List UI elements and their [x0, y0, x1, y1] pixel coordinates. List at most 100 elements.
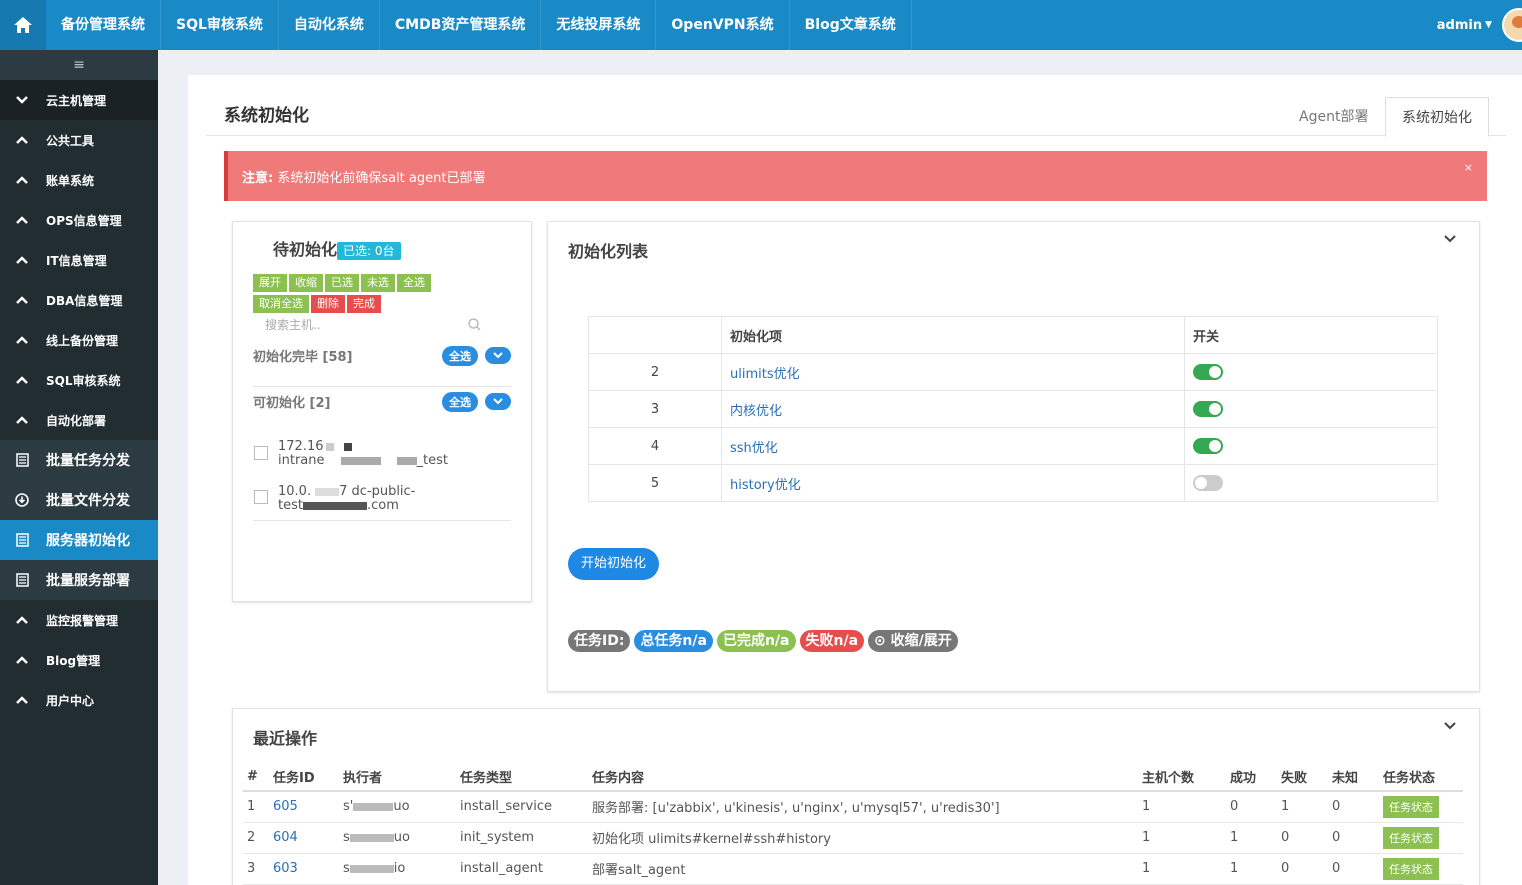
group-ready-select-all[interactable]: 全选 — [442, 392, 478, 412]
col-unknown: 未知 — [1328, 763, 1379, 792]
sidebar-item-dba-info[interactable]: DBA信息管理 — [0, 280, 158, 320]
group-init-ready[interactable]: 可初始化 [2] 全选 — [253, 392, 511, 416]
tab-system-init[interactable]: 系统初始化 — [1385, 97, 1489, 137]
toggle-switch[interactable] — [1193, 438, 1223, 454]
col-task-status: 任务状态 — [1379, 763, 1463, 792]
toggle-switch[interactable] — [1193, 475, 1223, 491]
col-failed: 失败 — [1277, 763, 1328, 792]
sidebar-item-blog[interactable]: Blog管理 — [0, 640, 158, 680]
nav-backup[interactable]: 备份管理系统 — [46, 0, 161, 50]
sidebar-item-monitoring[interactable]: 监控报警管理 — [0, 600, 158, 640]
nav-wireless[interactable]: 无线投屏系统 — [541, 0, 657, 50]
collapse-button[interactable]: 收缩 — [289, 274, 323, 292]
sidebar-toggle[interactable]: ≡ — [0, 50, 158, 80]
start-init-button[interactable]: 开始初始化 — [568, 548, 659, 580]
user-name: admin — [1436, 17, 1483, 33]
success-count: 0 — [1226, 791, 1277, 823]
host-name: intrane — [278, 453, 325, 468]
table-row: 4 ssh优化 — [588, 427, 1438, 465]
executor: s uo — [339, 822, 456, 854]
deselect-all-button[interactable]: 取消全选 — [253, 295, 309, 313]
sidebar-item-tools[interactable]: 公共工具 — [0, 120, 158, 160]
success-count: 1 — [1226, 822, 1277, 854]
user-menu[interactable]: admin ▼ — [1437, 8, 1522, 42]
sidebar-item-auto-deploy[interactable]: 自动化部署 — [0, 400, 158, 440]
task-content: 初始化项 ulimits#kernel#ssh#history — [588, 822, 1138, 854]
host-item[interactable]: 10.0. 7 dc-public- test .com — [278, 485, 415, 513]
task-id-link[interactable]: 605 — [269, 791, 339, 823]
nav-sql-audit[interactable]: SQL审核系统 — [161, 0, 279, 50]
chevron-down-icon[interactable] — [1443, 232, 1457, 246]
init-item-link[interactable]: ssh优化 — [721, 427, 1185, 465]
nav-automation[interactable]: 自动化系统 — [279, 0, 380, 50]
unselected-filter-button[interactable]: 未选 — [361, 274, 395, 292]
select-all-button[interactable]: 全选 — [397, 274, 431, 292]
chevron-down-icon[interactable] — [485, 393, 511, 410]
sidebar-item-label: 公共工具 — [46, 133, 95, 148]
tab-agent-deploy[interactable]: Agent部署 — [1283, 97, 1384, 137]
sidebar-item-batch-file[interactable]: 批量文件分发 — [0, 480, 158, 520]
init-item-link[interactable]: ulimits优化 — [721, 353, 1185, 391]
top-navbar: 备份管理系统 SQL审核系统 自动化系统 CMDB资产管理系统 无线投屏系统 O… — [0, 0, 1522, 50]
chevron-down-icon[interactable] — [1443, 719, 1457, 733]
sidebar-item-sql-audit[interactable]: SQL审核系统 — [0, 360, 158, 400]
sidebar-item-billing[interactable]: 账单系统 — [0, 160, 158, 200]
completed-tag: 已完成n/a — [716, 630, 796, 652]
content-panel: 系统初始化 Agent部署 系统初始化 注意: 系统初始化前确保salt age… — [188, 75, 1522, 885]
chevron-circle-icon: ⊙ — [874, 633, 886, 649]
task-status-button[interactable]: 任务状态 — [1383, 857, 1439, 880]
sidebar-item-ops-info[interactable]: OPS信息管理 — [0, 200, 158, 240]
collapse-expand-toggle[interactable]: ⊙ 收缩/展开 — [868, 630, 958, 652]
home-button[interactable] — [0, 0, 46, 50]
group-done-select-all[interactable]: 全选 — [442, 346, 478, 366]
chevron-down-icon[interactable] — [485, 347, 511, 364]
init-item-link[interactable]: history优化 — [721, 464, 1185, 502]
sidebar-item-label: 服务器初始化 — [46, 533, 130, 549]
table-row: 3 603 s io install_agent 部署salt_agent 1 1… — [243, 853, 1463, 885]
sidebar-item-server-init[interactable]: 服务器初始化 — [0, 520, 158, 560]
host-checkbox[interactable] — [254, 490, 268, 504]
delete-button[interactable]: 删除 — [311, 295, 345, 313]
host-checkbox[interactable] — [254, 446, 268, 460]
done-button[interactable]: 完成 — [347, 295, 381, 313]
toggle-switch[interactable] — [1193, 401, 1223, 417]
table-header-row: 初始化项 开关 — [588, 316, 1438, 354]
col-success: 成功 — [1226, 763, 1277, 792]
group-init-done[interactable]: 初始化完毕 [58] 全选 — [253, 346, 511, 370]
redaction — [340, 456, 381, 465]
sidebar: ≡ 云主机管理 公共工具 账单系统 OPS信息管理 IT信息管理 DBA信息管理… — [0, 50, 158, 885]
host-search-input[interactable]: 搜索主机.. — [265, 316, 481, 338]
chevron-up-icon — [14, 412, 30, 428]
task-status-button[interactable]: 任务状态 — [1383, 795, 1439, 818]
selected-filter-button[interactable]: 已选 — [325, 274, 359, 292]
group-divider — [253, 386, 511, 387]
alert-text: 系统初始化前确保salt agent已部署 — [273, 171, 486, 186]
search-icon — [468, 318, 481, 331]
task-status-button[interactable]: 任务状态 — [1383, 826, 1439, 849]
expand-button[interactable]: 展开 — [253, 274, 287, 292]
task-id-link[interactable]: 604 — [269, 822, 339, 854]
sidebar-item-cloud-host[interactable]: 云主机管理 — [0, 80, 158, 120]
nav-openvpn[interactable]: OpenVPN系统 — [656, 0, 790, 50]
redaction — [353, 802, 394, 811]
row-index: 3 — [243, 853, 269, 885]
sidebar-item-user-center[interactable]: 用户中心 — [0, 680, 158, 720]
host-name: 7 dc-public- — [339, 484, 416, 499]
init-item-link[interactable]: 内核优化 — [721, 390, 1185, 428]
close-icon[interactable]: × — [1464, 161, 1473, 174]
collapse-expand-label: 收缩/展开 — [890, 633, 952, 649]
sidebar-item-batch-task[interactable]: 批量任务分发 — [0, 440, 158, 480]
task-id-link[interactable]: 603 — [269, 853, 339, 885]
nav-blog[interactable]: Blog文章系统 — [790, 0, 912, 50]
toggle-switch[interactable] — [1193, 364, 1223, 380]
nav-cmdb[interactable]: CMDB资产管理系统 — [380, 0, 542, 50]
task-id-tag: 任务ID: — [568, 630, 631, 652]
host-item[interactable]: 172.16 intrane _test — [278, 440, 448, 468]
chevron-up-icon — [14, 132, 30, 148]
sidebar-item-batch-service[interactable]: 批量服务部署 — [0, 560, 158, 600]
search-placeholder: 搜索主机.. — [265, 318, 321, 332]
avatar[interactable] — [1502, 8, 1522, 42]
sidebar-item-it-info[interactable]: IT信息管理 — [0, 240, 158, 280]
table-header-row: # 任务ID 执行者 任务类型 任务内容 主机个数 成功 失败 未知 任务状态 — [243, 763, 1463, 792]
sidebar-item-online-backup[interactable]: 线上备份管理 — [0, 320, 158, 360]
